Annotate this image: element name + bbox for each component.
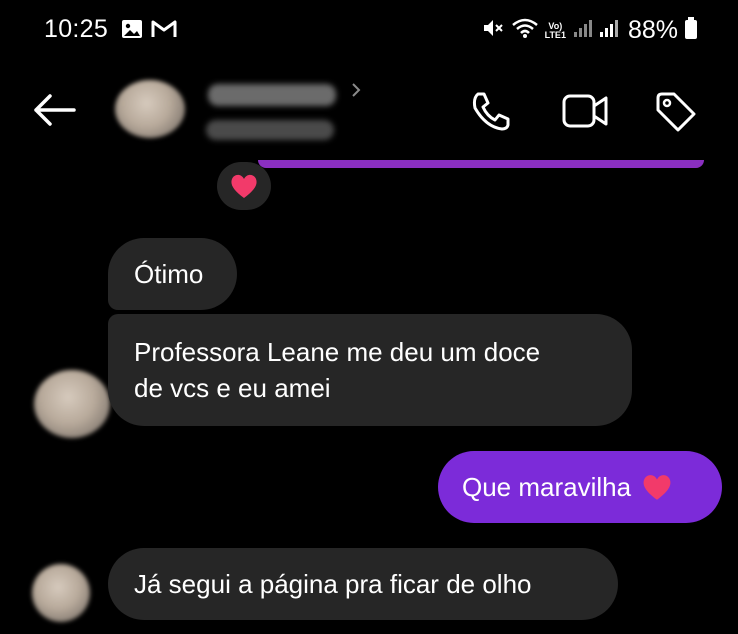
outgoing-message[interactable]: Que maravilha: [438, 451, 722, 523]
incoming-message[interactable]: Professora Leane me deu um doce de vcs e…: [108, 314, 632, 426]
status-time: 10:25: [44, 15, 109, 43]
wifi-icon: [511, 17, 539, 44]
message-text-line: de vcs e eu amei: [134, 373, 331, 403]
signal-icon: [572, 18, 592, 43]
battery-percentage: 88%: [627, 16, 678, 44]
mute-icon: [481, 17, 505, 44]
gallery-icon: [121, 19, 143, 44]
shared-message-edge[interactable]: [258, 160, 704, 168]
volte-bottom-label: LTE1: [544, 29, 566, 40]
notification-icons: [121, 19, 177, 44]
contact-name-redacted[interactable]: [208, 84, 336, 106]
signal-icon: [598, 18, 618, 43]
status-bar: 10:25 Vo) LTE1 88%: [0, 0, 738, 62]
incoming-message[interactable]: Ótimo: [108, 238, 237, 310]
video-camera-icon: [562, 94, 608, 128]
contact-username-redacted: [206, 120, 334, 140]
back-button[interactable]: [30, 90, 80, 130]
phone-icon: [472, 92, 510, 131]
battery-icon: [684, 16, 698, 45]
video-call-button[interactable]: [560, 88, 608, 134]
heart-icon: [643, 475, 671, 500]
chevron-right-icon[interactable]: [350, 79, 362, 105]
sender-avatar[interactable]: [34, 370, 110, 438]
message-text: Ótimo: [134, 259, 204, 289]
contact-avatar[interactable]: [115, 80, 185, 138]
reaction-chip[interactable]: [217, 162, 271, 210]
system-icons: Vo) LTE1 88%: [481, 16, 698, 45]
message-text: Já segui a página pra ficar de olho: [134, 569, 532, 599]
voice-call-button[interactable]: [468, 88, 514, 134]
tag-icon: [656, 92, 696, 132]
message-text: Que maravilha: [462, 471, 632, 502]
chat-header: [0, 62, 738, 157]
back-arrow-icon: [34, 94, 76, 126]
heart-icon: [231, 174, 257, 198]
tag-button[interactable]: [652, 88, 698, 134]
sender-avatar[interactable]: [32, 564, 90, 622]
message-text-line: Professora Leane me deu um doce: [134, 337, 541, 367]
gmail-icon: [151, 19, 177, 44]
incoming-message[interactable]: Já segui a página pra ficar de olho: [108, 548, 618, 620]
volte-icon: Vo) LTE1: [544, 21, 566, 40]
